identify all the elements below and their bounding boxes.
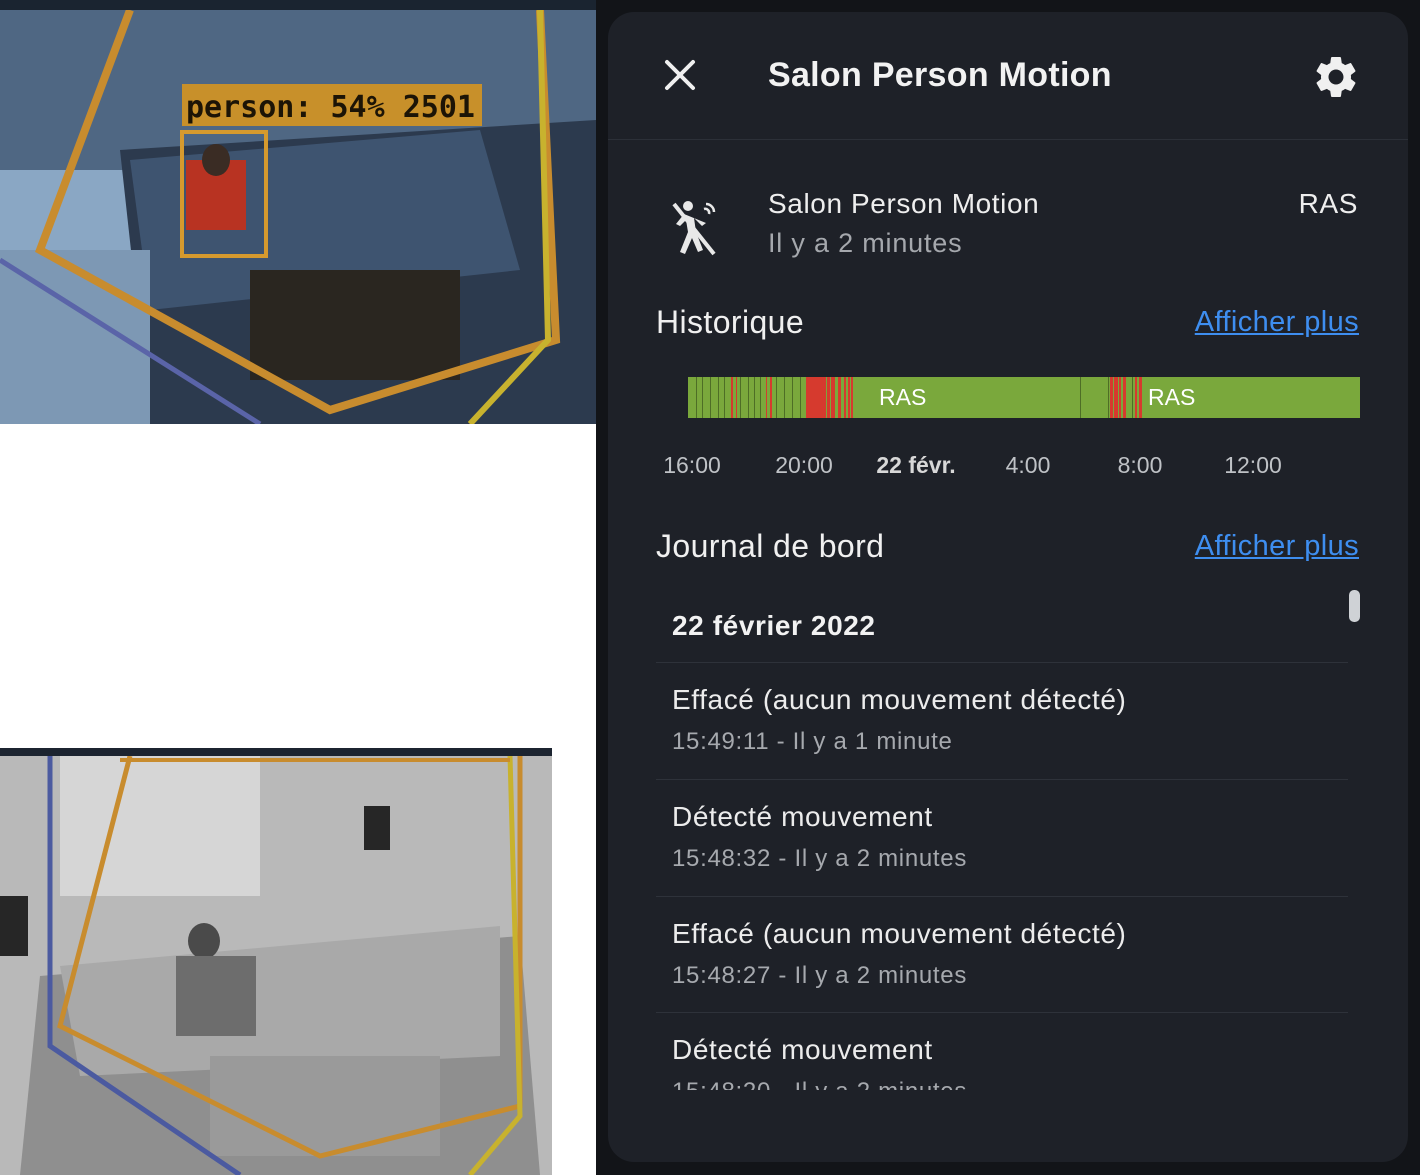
- logbook-list[interactable]: Effacé (aucun mouvement détecté) 15:49:1…: [608, 672, 1408, 1090]
- history-segment-change: [1108, 377, 1109, 418]
- logbook-entry[interactable]: Détecté mouvement 15:48:20 - Il y a 2 mi…: [672, 1034, 1352, 1090]
- history-segment-detected: [848, 377, 850, 418]
- history-segment-change: [1132, 377, 1133, 418]
- dialog-title: Salon Person Motion: [768, 56, 1112, 94]
- history-segment-detected: [766, 377, 767, 418]
- camera-feed-living-room-color[interactable]: person: 54% 2501: [0, 0, 596, 424]
- history-segment-change: [724, 377, 725, 418]
- history-segment-detected: [1114, 377, 1118, 418]
- divider: [656, 662, 1348, 663]
- history-timeline-bar[interactable]: [688, 377, 1360, 418]
- history-segment-detected: [731, 377, 733, 418]
- logbook-more-link[interactable]: Afficher plus: [1195, 530, 1359, 563]
- history-segment-change: [748, 377, 749, 418]
- history-segment-change: [710, 377, 711, 418]
- history-tick: 16:00: [663, 452, 721, 478]
- history-segment-change: [702, 377, 703, 418]
- history-segment-clear: [688, 377, 1360, 418]
- gear-icon[interactable]: [1308, 52, 1364, 102]
- entity-state: RAS: [1298, 188, 1358, 219]
- dialog-header: Salon Person Motion: [608, 12, 1408, 140]
- entity-last-changed: Il y a 2 minutes: [768, 228, 963, 258]
- history-segment-detected: [844, 377, 846, 418]
- history-segment-change: [800, 377, 801, 418]
- entity-more-info-dialog: Salon Person Motion Salon Person Motion …: [608, 12, 1408, 1162]
- history-segment-change: [776, 377, 777, 418]
- divider: [656, 896, 1348, 897]
- history-segment-detected: [1110, 377, 1113, 418]
- logbook-entry-time: 15:48:27 - Il y a 2 minutes: [672, 962, 968, 989]
- history-segment-detected: [736, 377, 737, 418]
- history-segment-change: [718, 377, 719, 418]
- logbook-entry-message: Effacé (aucun mouvement détecté): [672, 684, 1127, 715]
- history-segment-change: [784, 377, 785, 418]
- history-segment-detected: [1135, 377, 1137, 418]
- history-segment-detected: [770, 377, 772, 418]
- close-icon[interactable]: [658, 56, 702, 96]
- history-segment-change: [696, 377, 697, 418]
- logbook-entry[interactable]: Détecté mouvement 15:48:32 - Il y a 2 mi…: [672, 801, 1352, 873]
- history-tick: 8:00: [1117, 452, 1163, 478]
- history-tick: 12:00: [1224, 452, 1282, 478]
- history-segment-change: [792, 377, 793, 418]
- logbook-entry[interactable]: Effacé (aucun mouvement détecté) 15:48:2…: [672, 918, 1352, 990]
- history-segment-detected: [851, 377, 853, 418]
- history-segment-detected: [831, 377, 835, 418]
- logbook-title: Journal de bord: [656, 528, 885, 564]
- history-bar-label: RAS: [1148, 384, 1196, 410]
- logbook-scrollbar[interactable]: [1349, 590, 1360, 622]
- history-segment-change: [760, 377, 761, 418]
- detection-label: person: 54% 2501: [186, 90, 475, 125]
- history-segment-detected: [838, 377, 841, 418]
- history-title: Historique: [656, 304, 805, 340]
- logbook-entry-message: Effacé (aucun mouvement détecté): [672, 918, 1127, 949]
- logbook-entry-time: 15:48:32 - Il y a 2 minutes: [672, 845, 968, 872]
- logbook-entry[interactable]: Effacé (aucun mouvement détecté) 15:49:1…: [672, 684, 1352, 756]
- logbook-entry-message: Détecté mouvement: [672, 1034, 933, 1065]
- motion-sensor-off-icon: [668, 198, 720, 258]
- history-more-link[interactable]: Afficher plus: [1195, 306, 1359, 339]
- history-segment-change: [1080, 377, 1081, 418]
- camera-feed-living-room-infrared[interactable]: [0, 748, 552, 1175]
- history-segment-detected: [827, 377, 830, 418]
- history-segment-detected: [1123, 377, 1126, 418]
- history-segment-change: [754, 377, 755, 418]
- divider: [656, 779, 1348, 780]
- history-segment-detected: [806, 377, 826, 418]
- logbook-date-header: 22 février 2022: [672, 610, 876, 641]
- entity-state-row[interactable]: Salon Person Motion Il y a 2 minutes RAS: [608, 180, 1408, 290]
- entity-name: Salon Person Motion: [768, 188, 1040, 219]
- history-segment-change: [740, 377, 741, 418]
- logbook-entry-time: 15:49:11 - Il y a 1 minute: [672, 728, 953, 755]
- history-segment-detected: [1119, 377, 1121, 418]
- history-tick: 20:00: [775, 452, 833, 478]
- logbook-entry-message: Détecté mouvement: [672, 801, 933, 832]
- history-tick: 4:00: [1005, 452, 1051, 478]
- history-tick: 22 févr.: [876, 452, 956, 478]
- divider: [656, 1012, 1348, 1013]
- history-segment-detected: [1139, 377, 1142, 418]
- logbook-entry-time: 15:48:20 - Il y a 2 minutes: [672, 1078, 1352, 1090]
- history-bar-label: RAS: [879, 384, 927, 410]
